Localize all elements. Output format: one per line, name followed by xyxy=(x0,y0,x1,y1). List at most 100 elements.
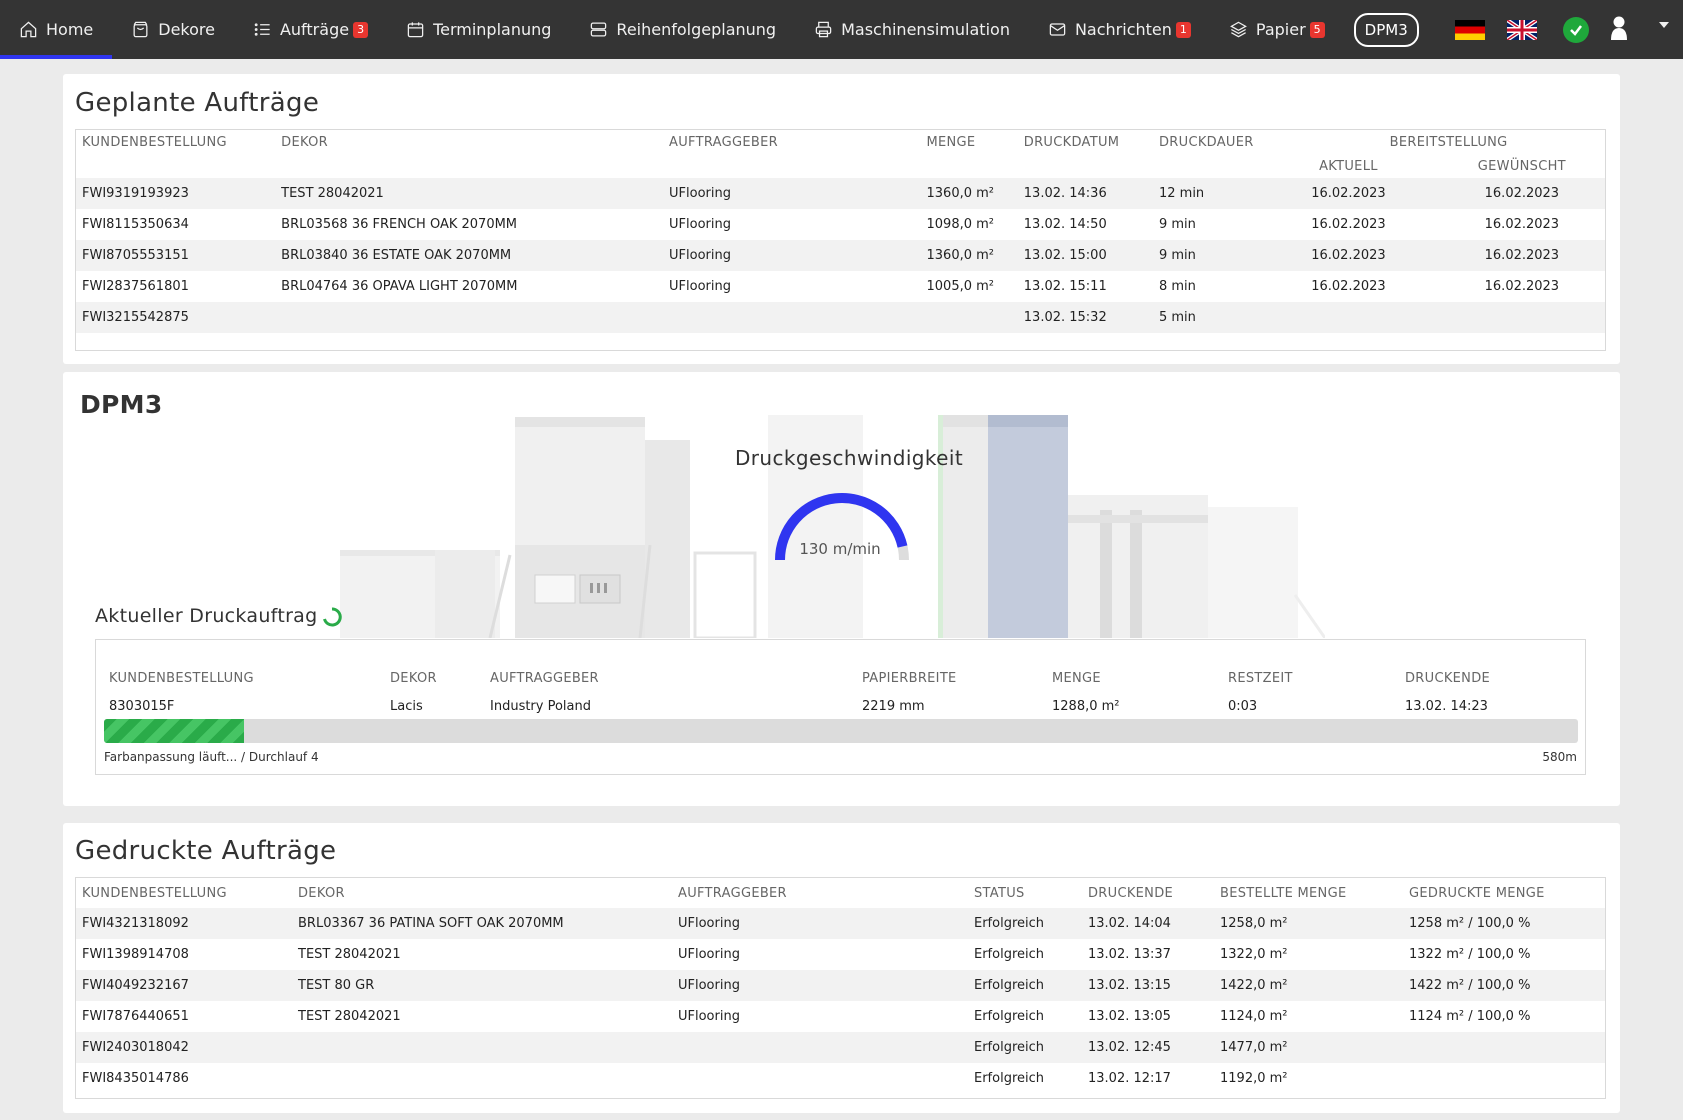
col-header-menge[interactable]: MENGE xyxy=(921,130,1018,154)
cell-print-end: 13.02. 12:45 xyxy=(1082,1032,1214,1063)
cell-decor xyxy=(275,302,664,333)
user-icon[interactable] xyxy=(1609,15,1629,45)
nav-papier[interactable]: Papier 5 xyxy=(1210,0,1344,59)
machine-title: DPM3 xyxy=(80,390,163,419)
current-print-end: 13.02. 14:23 xyxy=(1392,690,1585,722)
current-remaining-time: 0:03 xyxy=(1215,690,1392,722)
nav-nachrichten[interactable]: Nachrichten 1 xyxy=(1029,0,1210,59)
cell-actual: 16.02.2023 xyxy=(1292,178,1405,209)
current-job-row[interactable]: 8303015F Lacis Industry Poland 2219 mm 1… xyxy=(96,690,1585,722)
cell-decor xyxy=(292,1063,672,1094)
cell-decor: BRL03568 36 FRENCH OAK 2070MM xyxy=(281,217,518,232)
current-col-dekor: DEKOR xyxy=(390,671,437,686)
cell-order: FWI7876440651 xyxy=(82,1009,189,1024)
col-header-bereitstellung: BEREITSTELLUNG xyxy=(1389,134,1508,150)
col-header-dekor[interactable]: DEKOR xyxy=(275,130,663,154)
table-row[interactable]: FWI4321318092 BRL03367 36 PATINA SOFT OAK… xyxy=(76,908,1605,939)
current-client: Industry Poland xyxy=(477,690,849,722)
printed-orders-table: KUNDENBESTELLUNG DEKOR AUFTRAGGEBER STAT… xyxy=(75,877,1606,1099)
cell-order: FWI4049232167 xyxy=(76,970,292,1001)
printed-col-gedruckte-menge[interactable]: GEDRUCKTE MENGE xyxy=(1403,878,1605,908)
cell-client: UFlooring xyxy=(678,947,740,962)
printed-col-bestellte-menge[interactable]: BESTELLTE MENGE xyxy=(1214,878,1403,908)
cell-desired: 16.02.2023 xyxy=(1484,279,1560,294)
col-header-druckdauer[interactable]: DRUCKDAUER xyxy=(1153,130,1292,154)
nav-auftraege[interactable]: Aufträge 3 xyxy=(234,0,387,59)
cell-client xyxy=(672,1032,968,1063)
cell-decor: BRL03367 36 PATINA SOFT OAK 2070MM xyxy=(292,908,672,939)
machine-select-button[interactable]: DPM3 xyxy=(1353,12,1419,47)
nav-reihenfolgeplanung-label: Reihenfolgeplanung xyxy=(616,20,777,39)
current-col-papierbreite: PAPIERBREITE xyxy=(862,671,957,686)
cell-printed xyxy=(1403,1063,1605,1094)
current-col-menge: MENGE xyxy=(1052,671,1101,686)
table-row[interactable]: FWI8115350634 BRL03568 36 FRENCH OAK 2070… xyxy=(76,209,1605,240)
print-progress-meters: 580m xyxy=(1542,750,1577,764)
col-header-druckdatum[interactable]: DRUCKDATUM xyxy=(1018,130,1153,154)
print-progress-fill xyxy=(104,719,245,743)
nav-home[interactable]: Home xyxy=(0,0,113,59)
table-row[interactable]: FWI2403018042 Erfolgreich 13.02. 12:45 1477… xyxy=(76,1032,1605,1063)
col-header-auftraggeber[interactable]: AUFTRAGGEBER xyxy=(663,130,920,154)
cell-client: UFlooring xyxy=(678,1009,740,1024)
nav-papier-label: Papier xyxy=(1255,20,1306,39)
cell-ordered: 1422,0 m² xyxy=(1214,970,1403,1001)
cell-print-date: 13.02. 15:32 xyxy=(1017,302,1153,333)
col-header-kundenbestellung[interactable]: KUNDENBESTELLUNG xyxy=(76,130,275,154)
current-col-restzeit: RESTZEIT xyxy=(1228,671,1293,686)
cell-client: UFlooring xyxy=(672,970,968,1001)
table-row[interactable]: FWI8705553151 BRL03840 36 ESTATE OAK 2070… xyxy=(76,240,1605,271)
cell-order: FWI2403018042 xyxy=(76,1032,292,1063)
cell-client xyxy=(663,302,921,333)
cell-decor: BRL04764 36 OPAVA LIGHT 2070MM xyxy=(281,279,518,294)
papier-count-badge: 5 xyxy=(1309,21,1325,38)
cell-print-end: 13.02. 13:05 xyxy=(1088,1009,1171,1024)
cell-client: UFlooring xyxy=(669,217,731,232)
cell-order: FWI1398914708 xyxy=(82,947,189,962)
cell-duration: 12 min xyxy=(1152,178,1293,209)
printed-col-status[interactable]: STATUS xyxy=(968,878,1082,908)
cell-order: FWI2837561801 xyxy=(82,279,189,294)
printed-col-kundenbestellung[interactable]: KUNDENBESTELLUNG xyxy=(76,878,292,908)
cell-client: UFlooring xyxy=(669,279,731,294)
table-row[interactable]: FWI9319193923 TEST 28042021 UFlooring 1360,… xyxy=(76,178,1605,209)
print-progress-bar xyxy=(104,719,1578,743)
calendar-icon xyxy=(407,22,424,38)
cell-duration: 8 min xyxy=(1158,279,1196,294)
cell-duration: 9 min xyxy=(1158,217,1196,232)
table-row[interactable]: FWI2837561801 BRL04764 36 OPAVA LIGHT 207… xyxy=(76,271,1605,302)
printed-col-dekor[interactable]: DEKOR xyxy=(292,878,672,908)
connection-ok-icon xyxy=(1562,16,1589,43)
table-row[interactable]: FWI4049232167 TEST 80 GR UFlooring Erfolgre… xyxy=(76,970,1605,1001)
german-flag-icon[interactable] xyxy=(1454,19,1485,40)
cell-quantity xyxy=(920,302,1018,333)
auftraege-count-badge: 3 xyxy=(353,21,369,38)
uk-flag-icon[interactable] xyxy=(1506,19,1537,40)
nav-terminplanung[interactable]: Terminplanung xyxy=(387,0,570,59)
cell-actual xyxy=(1292,302,1405,333)
cell-desired: 16.02.2023 xyxy=(1404,178,1605,209)
cell-actual: 16.02.2023 xyxy=(1311,217,1386,232)
printed-col-druckende[interactable]: DRUCKENDE xyxy=(1082,878,1214,908)
menu-dropdown-caret-icon[interactable] xyxy=(1659,22,1669,28)
nav-reihenfolgeplanung[interactable]: Reihenfolgeplanung xyxy=(570,0,795,59)
nav-maschinensimulation[interactable]: Maschinensimulation xyxy=(795,0,1029,59)
cell-ordered: 1477,0 m² xyxy=(1214,1032,1403,1063)
layers-icon xyxy=(1229,21,1247,38)
printed-col-auftraggeber[interactable]: AUFTRAGGEBER xyxy=(672,878,968,908)
cell-ordered: 1258,0 m² xyxy=(1214,908,1403,939)
cell-status: Erfolgreich xyxy=(968,1032,1082,1063)
col-header-aktuell[interactable]: AKTUELL xyxy=(1292,154,1405,178)
nav-dekore[interactable]: Dekore xyxy=(112,0,234,59)
current-job-title: Aktueller Druckauftrag xyxy=(95,605,318,627)
loading-spinner-icon xyxy=(323,607,342,627)
table-row[interactable]: FWI1398914708 TEST 28042021 UFlooring Erfol… xyxy=(76,939,1605,970)
table-row[interactable]: FWI3215542875 13.02. 15:32 5 min xyxy=(76,302,1605,333)
cell-ordered: 1192,0 m² xyxy=(1220,1071,1288,1086)
col-header-gewuenscht[interactable]: GEWÜNSCHT xyxy=(1405,154,1605,178)
table-row[interactable]: FWI8435014786 Erfolgreich 13.02. 12:17 1192… xyxy=(76,1063,1605,1094)
current-decor: Lacis xyxy=(377,690,477,722)
cell-desired: 16.02.2023 xyxy=(1484,217,1560,232)
table-row[interactable]: FWI7876440651 TEST 28042021 UFlooring Erfol… xyxy=(76,1001,1605,1032)
cell-status: Erfolgreich xyxy=(968,970,1082,1001)
